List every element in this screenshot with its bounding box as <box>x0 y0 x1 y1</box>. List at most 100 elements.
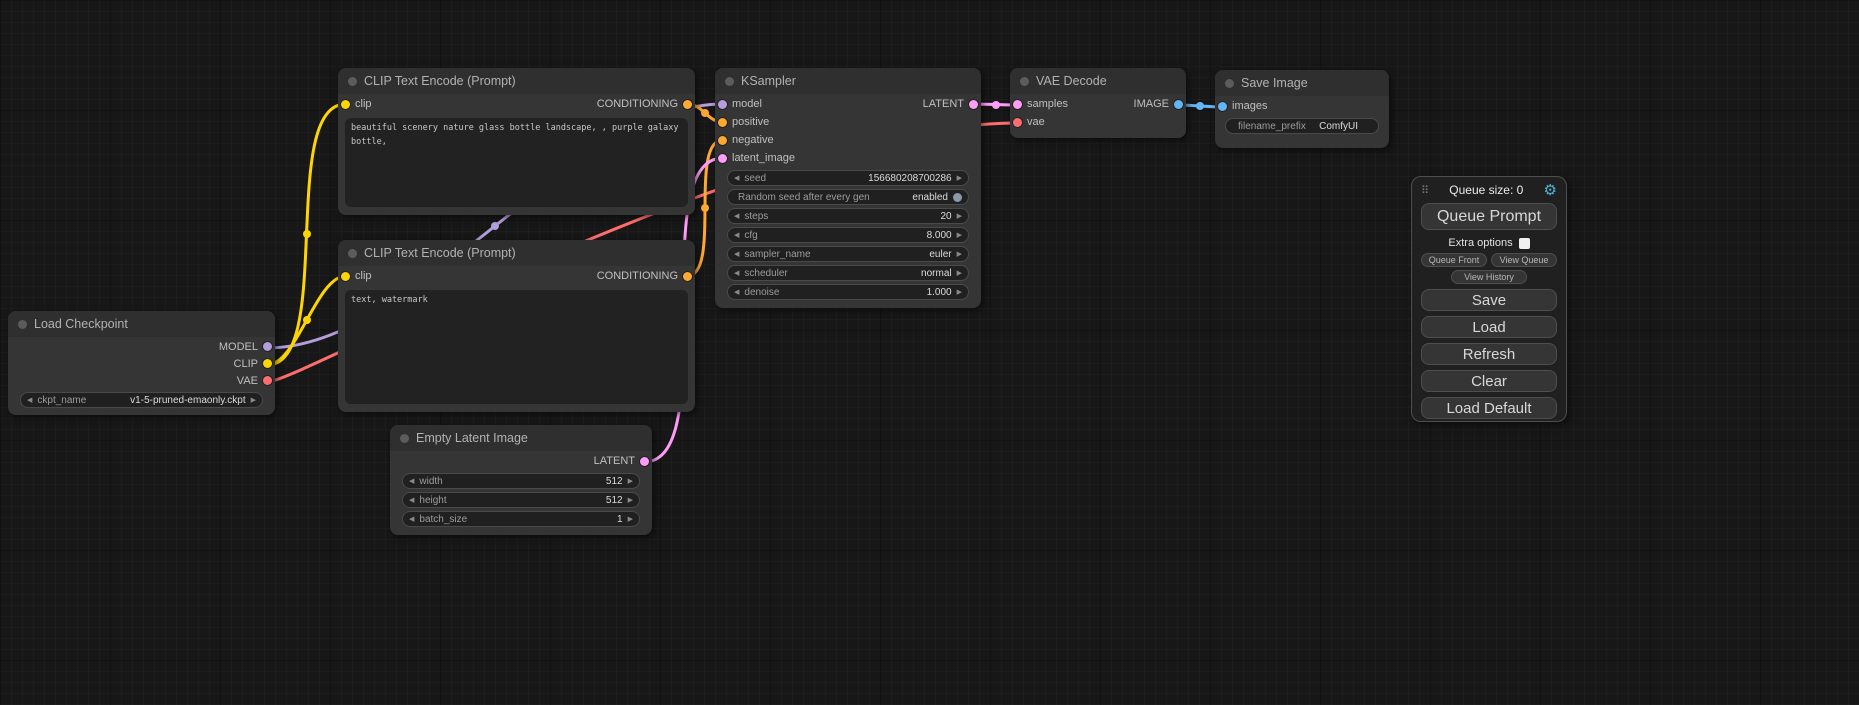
input-slot-clip[interactable] <box>341 272 350 281</box>
output-label: CONDITIONING <box>597 98 678 110</box>
output-slot-image[interactable] <box>1174 100 1183 109</box>
node-collapse-dot[interactable] <box>400 434 409 443</box>
increment-arrow-icon[interactable]: ▶ <box>957 232 962 239</box>
decrement-arrow-icon[interactable]: ◀ <box>734 175 739 182</box>
prev-arrow-icon[interactable]: ◀ <box>27 397 32 404</box>
clear-button[interactable]: Clear <box>1421 370 1557 392</box>
node-title-bar[interactable]: Empty Latent Image <box>390 425 652 451</box>
output-slot-latent[interactable] <box>969 100 978 109</box>
view-queue-button[interactable]: View Queue <box>1491 253 1557 267</box>
widget-sampler-name[interactable]: ◀ sampler_name euler ▶ <box>727 246 969 262</box>
node-vae-decode[interactable]: VAE Decode samples IMAGE vae <box>1010 68 1186 138</box>
extra-options-checkbox[interactable] <box>1519 238 1530 249</box>
node-title-bar[interactable]: VAE Decode <box>1010 68 1186 94</box>
widget-filename-prefix[interactable]: filename_prefix ComfyUI <box>1225 118 1379 134</box>
load-default-button[interactable]: Load Default <box>1421 397 1557 419</box>
node-collapse-dot[interactable] <box>18 320 27 329</box>
widget-name: scheduler <box>744 268 787 279</box>
widget-batch-size[interactable]: ◀ batch_size 1 ▶ <box>402 511 640 527</box>
save-button[interactable]: Save <box>1421 289 1557 311</box>
node-title-bar[interactable]: KSampler <box>715 68 981 94</box>
node-load-checkpoint[interactable]: Load Checkpoint MODEL CLIP VAE ◀ ckpt_na… <box>8 311 275 415</box>
input-label: clip <box>355 98 372 110</box>
input-slot-samples[interactable] <box>1013 100 1022 109</box>
output-slot-conditioning[interactable] <box>683 272 692 281</box>
node-canvas[interactable]: Load Checkpoint MODEL CLIP VAE ◀ ckpt_na… <box>0 0 1859 705</box>
widget-seed[interactable]: ◀ seed 156680208700286 ▶ <box>727 170 969 186</box>
node-collapse-dot[interactable] <box>725 77 734 86</box>
output-slot-conditioning[interactable] <box>683 100 692 109</box>
node-title-bar[interactable]: CLIP Text Encode (Prompt) <box>338 240 695 266</box>
increment-arrow-icon[interactable]: ▶ <box>628 478 633 485</box>
node-ksampler[interactable]: KSampler model LATENT positive negative … <box>715 68 981 308</box>
decrement-arrow-icon[interactable]: ◀ <box>734 289 739 296</box>
input-slot-images[interactable] <box>1218 102 1227 111</box>
prompt-textarea[interactable]: text, watermark <box>345 290 688 404</box>
output-label: CLIP <box>234 358 258 370</box>
increment-arrow-icon[interactable]: ▶ <box>957 175 962 182</box>
queue-prompt-button[interactable]: Queue Prompt <box>1421 203 1557 230</box>
input-slot-clip[interactable] <box>341 100 350 109</box>
node-title-bar[interactable]: Load Checkpoint <box>8 311 275 337</box>
widget-name: denoise <box>744 287 779 298</box>
wire-midpoint-dot <box>701 109 709 117</box>
prev-arrow-icon[interactable]: ◀ <box>734 270 739 277</box>
widget-random-seed-toggle[interactable]: Random seed after every gen enabled <box>727 189 969 205</box>
prev-arrow-icon[interactable]: ◀ <box>734 251 739 258</box>
settings-gear-icon[interactable]: ⚙ <box>1544 183 1557 198</box>
node-empty-latent-image[interactable]: Empty Latent Image LATENT ◀ width 512 ▶ … <box>390 425 652 535</box>
node-collapse-dot[interactable] <box>348 249 357 258</box>
widget-name: steps <box>744 211 768 222</box>
output-slot-latent[interactable] <box>640 457 649 466</box>
toggle-on-dot[interactable] <box>953 193 962 202</box>
increment-arrow-icon[interactable]: ▶ <box>628 516 633 523</box>
prompt-textarea[interactable]: beautiful scenery nature glass bottle la… <box>345 118 688 207</box>
next-arrow-icon[interactable]: ▶ <box>251 397 256 404</box>
drag-handle-icon[interactable]: ⠿ <box>1421 184 1429 197</box>
decrement-arrow-icon[interactable]: ◀ <box>409 516 414 523</box>
next-arrow-icon[interactable]: ▶ <box>957 270 962 277</box>
increment-arrow-icon[interactable]: ▶ <box>957 213 962 220</box>
node-title-bar[interactable]: Save Image <box>1215 70 1389 96</box>
input-slot-model[interactable] <box>718 100 727 109</box>
increment-arrow-icon[interactable]: ▶ <box>957 289 962 296</box>
input-slot-vae[interactable] <box>1013 118 1022 127</box>
queue-front-button[interactable]: Queue Front <box>1421 253 1487 267</box>
node-clip-text-encode-positive[interactable]: CLIP Text Encode (Prompt) clip CONDITION… <box>338 68 695 215</box>
output-slot-clip[interactable] <box>263 359 272 368</box>
input-label: model <box>732 98 762 110</box>
input-label: negative <box>732 134 774 146</box>
decrement-arrow-icon[interactable]: ◀ <box>734 232 739 239</box>
decrement-arrow-icon[interactable]: ◀ <box>409 478 414 485</box>
widget-scheduler[interactable]: ◀ scheduler normal ▶ <box>727 265 969 281</box>
widget-cfg[interactable]: ◀ cfg 8.000 ▶ <box>727 227 969 243</box>
node-title: CLIP Text Encode (Prompt) <box>364 74 516 88</box>
node-clip-text-encode-negative[interactable]: CLIP Text Encode (Prompt) clip CONDITION… <box>338 240 695 412</box>
widget-ckpt-name[interactable]: ◀ ckpt_name v1-5-pruned-emaonly.ckpt ▶ <box>20 392 263 408</box>
widget-width[interactable]: ◀ width 512 ▶ <box>402 473 640 489</box>
decrement-arrow-icon[interactable]: ◀ <box>409 497 414 504</box>
node-collapse-dot[interactable] <box>348 77 357 86</box>
widget-name: filename_prefix <box>1238 121 1306 132</box>
output-slot-vae[interactable] <box>263 376 272 385</box>
input-slot-latent-image[interactable] <box>718 154 727 163</box>
widget-steps[interactable]: ◀ steps 20 ▶ <box>727 208 969 224</box>
node-title: KSampler <box>741 74 796 88</box>
widget-height[interactable]: ◀ height 512 ▶ <box>402 492 640 508</box>
input-slot-positive[interactable] <box>718 118 727 127</box>
increment-arrow-icon[interactable]: ▶ <box>628 497 633 504</box>
node-collapse-dot[interactable] <box>1225 79 1234 88</box>
view-history-button[interactable]: View History <box>1451 270 1527 284</box>
widget-denoise[interactable]: ◀ denoise 1.000 ▶ <box>727 284 969 300</box>
decrement-arrow-icon[interactable]: ◀ <box>734 213 739 220</box>
wire-midpoint-dot <box>303 316 311 324</box>
refresh-button[interactable]: Refresh <box>1421 343 1557 365</box>
next-arrow-icon[interactable]: ▶ <box>957 251 962 258</box>
node-save-image[interactable]: Save Image images filename_prefix ComfyU… <box>1215 70 1389 148</box>
wire-midpoint-dot <box>701 204 709 212</box>
input-slot-negative[interactable] <box>718 136 727 145</box>
load-button[interactable]: Load <box>1421 316 1557 338</box>
output-slot-model[interactable] <box>263 342 272 351</box>
node-collapse-dot[interactable] <box>1020 77 1029 86</box>
node-title-bar[interactable]: CLIP Text Encode (Prompt) <box>338 68 695 94</box>
